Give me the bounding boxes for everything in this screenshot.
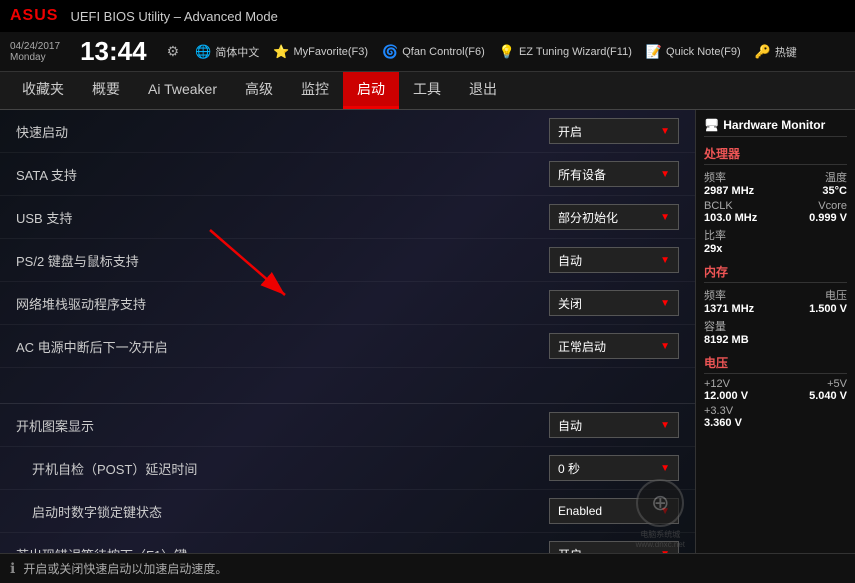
dropdown-arrow-icon: ▼ (660, 169, 670, 180)
nav-boot[interactable]: 启动 (343, 72, 399, 109)
quick-note-button[interactable]: 📝 Quick Note(F9) (646, 44, 741, 60)
ps2-control[interactable]: 自动 ▼ (549, 247, 679, 273)
bios-title: UEFI BIOS Utility – Advanced Mode (70, 9, 277, 24)
setting-ac-power: AC 电源中断后下一次开启 正常启动 ▼ (0, 325, 695, 368)
setting-ps2: PS/2 键盘与鼠标支持 自动 ▼ (0, 239, 695, 282)
hw-mem-capacity-row: 容量 8192 MB (704, 318, 847, 346)
dropdown-arrow-icon: ▼ (660, 463, 670, 474)
boot-logo-control[interactable]: 自动 ▼ (549, 412, 679, 438)
setting-network-stack: 网络堆栈驱动程序支持 关闭 ▼ (0, 282, 695, 325)
hw-mem-freq-row: 频率 1371 MHz 电压 1.500 V (704, 287, 847, 315)
setting-sata: SATA 支持 所有设备 ▼ (0, 153, 695, 196)
usb-dropdown[interactable]: 部分初始化 ▼ (549, 204, 679, 230)
divider-row (0, 368, 695, 404)
setting-post-delay: 开机自检（POST）延迟时间 0 秒 ▼ (0, 447, 695, 490)
fast-boot-label: 快速启动 (16, 122, 68, 141)
dropdown-arrow-icon: ▼ (660, 549, 670, 554)
dropdown-arrow-icon: ▼ (660, 255, 670, 266)
sata-dropdown[interactable]: 所有设备 ▼ (549, 161, 679, 187)
setting-numlock: 启动时数字锁定键状态 Enabled ▼ (0, 490, 695, 533)
usb-control[interactable]: 部分初始化 ▼ (549, 204, 679, 230)
hotkey-button[interactable]: 🔑 热键 (755, 44, 797, 60)
watermark: ⊕ 电脑系统城www.dnxc.net (636, 479, 685, 549)
dropdown-arrow-icon: ▼ (660, 126, 670, 137)
hw-monitor-panel: 🖥 Hardware Monitor 处理器 频率 2987 MHz 温度 35… (695, 110, 855, 553)
hw-cpu-bclk-row: BCLK 103.0 MHz Vcore 0.999 V (704, 200, 847, 224)
title-bar: ASUS UEFI BIOS Utility – Advanced Mode (0, 0, 855, 32)
memory-section-title: 内存 (704, 263, 847, 283)
note-icon: 📝 (646, 44, 662, 60)
watermark-text: 电脑系统城www.dnxc.net (636, 529, 685, 549)
status-text: 开启或关闭快速启动以加速启动速度。 (23, 560, 227, 577)
setting-boot-logo: 开机图案显示 自动 ▼ (0, 404, 695, 447)
ac-power-label: AC 电源中断后下一次开启 (16, 337, 168, 356)
info-items: 🌐 简体中文 ⭐ MyFavorite(F3) 🌀 Qfan Control(F… (195, 44, 845, 60)
nav-tools[interactable]: 工具 (399, 72, 455, 109)
time-display: 13:44 (80, 36, 147, 67)
network-stack-dropdown[interactable]: 关闭 ▼ (549, 290, 679, 316)
dropdown-arrow-icon: ▼ (660, 298, 670, 309)
usb-label: USB 支持 (16, 208, 72, 227)
f1-wait-label: 若出现错误等待按下〈F1〉键 (16, 545, 187, 554)
ps2-label: PS/2 键盘与鼠标支持 (16, 251, 139, 270)
hw-cpu-ratio-row: 比率 29x (704, 227, 847, 255)
date-display: 04/24/2017 Monday (10, 41, 60, 63)
voltage-section-title: 电压 (704, 354, 847, 374)
fast-boot-dropdown[interactable]: 开启 ▼ (549, 118, 679, 144)
boot-logo-dropdown[interactable]: 自动 ▼ (549, 412, 679, 438)
hw-12v-row: +12V 12.000 V +5V 5.040 V (704, 378, 847, 402)
sata-label: SATA 支持 (16, 165, 77, 184)
post-delay-label: 开机自检（POST）延迟时间 (16, 459, 197, 478)
my-favorite-button[interactable]: ⭐ MyFavorite(F3) (273, 44, 368, 60)
star-icon: ⭐ (273, 44, 289, 60)
ac-power-control[interactable]: 正常启动 ▼ (549, 333, 679, 359)
monitor-icon: 🖥 (704, 118, 719, 132)
info-icon: ℹ (10, 560, 15, 577)
post-delay-dropdown[interactable]: 0 秒 ▼ (549, 455, 679, 481)
network-stack-label: 网络堆栈驱动程序支持 (16, 294, 146, 313)
setting-f1-wait: 若出现错误等待按下〈F1〉键 开启 ▼ (0, 533, 695, 553)
sata-control[interactable]: 所有设备 ▼ (549, 161, 679, 187)
asus-logo: ASUS (10, 7, 58, 25)
nav-advanced[interactable]: 高级 (231, 72, 287, 109)
boot-logo-label: 开机图案显示 (16, 416, 94, 435)
nav-favorites[interactable]: 收藏夹 (8, 72, 78, 109)
status-bar: ℹ 开启或关闭快速启动以加速启动速度。 (0, 553, 855, 583)
nav-exit[interactable]: 退出 (455, 72, 511, 109)
key-icon: 🔑 (755, 44, 771, 60)
qfan-control-button[interactable]: 🌀 Qfan Control(F6) (382, 44, 485, 60)
fan-icon: 🌀 (382, 44, 398, 60)
fast-boot-control[interactable]: 开启 ▼ (549, 118, 679, 144)
dropdown-arrow-icon: ▼ (660, 420, 670, 431)
numlock-label: 启动时数字锁定键状态 (16, 502, 162, 521)
ac-power-dropdown[interactable]: 正常启动 ▼ (549, 333, 679, 359)
post-delay-control[interactable]: 0 秒 ▼ (549, 455, 679, 481)
nav-overview[interactable]: 概要 (78, 72, 134, 109)
setting-fast-boot: 快速启动 开启 ▼ (0, 110, 695, 153)
nav-bar: 收藏夹 概要 Ai Tweaker 高级 监控 启动 工具 退出 (0, 72, 855, 110)
hw-cpu-freq-row: 频率 2987 MHz 温度 35°C (704, 169, 847, 197)
dropdown-arrow-icon: ▼ (660, 212, 670, 223)
settings-gear-icon[interactable]: ⚙ (167, 43, 180, 60)
nav-ai-tweaker[interactable]: Ai Tweaker (134, 72, 231, 109)
info-bar: 04/24/2017 Monday 13:44 ⚙ 🌐 简体中文 ⭐ MyFav… (0, 32, 855, 72)
nav-monitor[interactable]: 监控 (287, 72, 343, 109)
language-selector[interactable]: 🌐 简体中文 (195, 44, 259, 60)
globe-icon: 🌐 (195, 44, 211, 60)
settings-panel: 快速启动 开启 ▼ SATA 支持 所有设备 ▼ USB 支持 部分初始 (0, 110, 695, 553)
ps2-dropdown[interactable]: 自动 ▼ (549, 247, 679, 273)
processor-section-title: 处理器 (704, 145, 847, 165)
hw-33v-row: +3.3V 3.360 V (704, 405, 847, 429)
main-content: 快速启动 开启 ▼ SATA 支持 所有设备 ▼ USB 支持 部分初始 (0, 110, 855, 553)
ez-tuning-button[interactable]: 💡 EZ Tuning Wizard(F11) (499, 44, 632, 60)
hw-monitor-title: 🖥 Hardware Monitor (704, 118, 847, 137)
setting-usb: USB 支持 部分初始化 ▼ (0, 196, 695, 239)
network-stack-control[interactable]: 关闭 ▼ (549, 290, 679, 316)
bulb-icon: 💡 (499, 44, 515, 60)
dropdown-arrow-icon: ▼ (660, 341, 670, 352)
